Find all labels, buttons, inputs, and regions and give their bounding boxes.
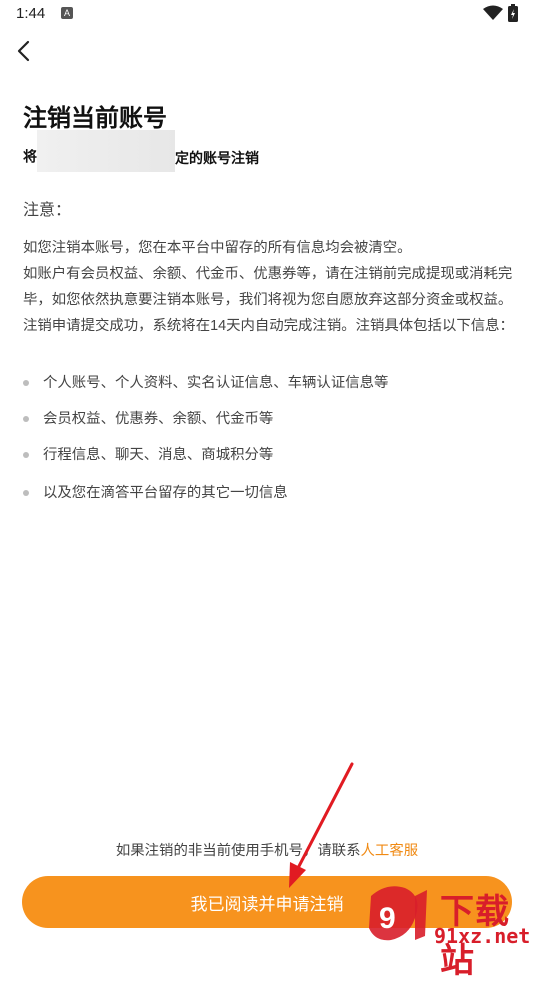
list-item: 行程信息、聊天、消息、商城积分等 [23, 442, 388, 478]
info-list: 个人账号、个人资料、实名认证信息、车辆认证信息等 会员权益、优惠券、余额、代金币… [23, 370, 388, 516]
notice-paragraph-1: 如您注销本账号，您在本平台中留存的所有信息均会被清空。 [23, 240, 412, 256]
battery-icon [508, 4, 518, 22]
list-item: 会员权益、优惠券、余额、代金币等 [23, 406, 388, 442]
list-item-text: 会员权益、优惠券、余额、代金币等 [43, 411, 274, 427]
contact-line: 如果注销的非当前使用手机号，请联系人工客服 [0, 839, 534, 860]
notification-icon: A [61, 7, 73, 19]
bullet-dot-icon [23, 416, 29, 422]
subtitle-start: 将 [23, 148, 37, 165]
customer-service-link[interactable]: 人工客服 [361, 843, 419, 859]
watermark-url: 91xz.net [434, 924, 531, 948]
list-item-text: 行程信息、聊天、消息、商城积分等 [43, 447, 274, 463]
wifi-icon [483, 5, 503, 20]
contact-text: 如果注销的非当前使用手机号，请联系 [115, 843, 361, 859]
page-title: 注销当前账号 [23, 105, 167, 132]
back-button[interactable] [10, 36, 40, 66]
list-item: 以及您在滴答平台留存的其它一切信息 [23, 480, 388, 516]
chevron-left-icon [17, 40, 30, 62]
list-item-text: 个人账号、个人资料、实名认证信息、车辆认证信息等 [43, 375, 389, 391]
bullet-dot-icon [23, 452, 29, 458]
status-bar: 1:44 A [0, 0, 534, 28]
subtitle-end: 定的账号注销 [175, 150, 259, 166]
svg-text:9: 9 [379, 902, 396, 935]
notice-paragraph-2: 如账户有会员权益、余额、代金币、优惠券等，请在注销前完成提现或消耗完毕，如您依然… [23, 266, 514, 334]
notice-label: 注意： [23, 202, 72, 219]
status-time: 1:44 [16, 5, 46, 22]
list-item: 个人账号、个人资料、实名认证信息、车辆认证信息等 [23, 370, 388, 406]
bullet-dot-icon [23, 490, 29, 496]
masked-phone-number [37, 130, 175, 172]
page-subtitle: 将 定的账号注销 [23, 130, 259, 172]
bullet-dot-icon [23, 380, 29, 386]
list-item-text: 以及您在滴答平台留存的其它一切信息 [43, 485, 288, 501]
